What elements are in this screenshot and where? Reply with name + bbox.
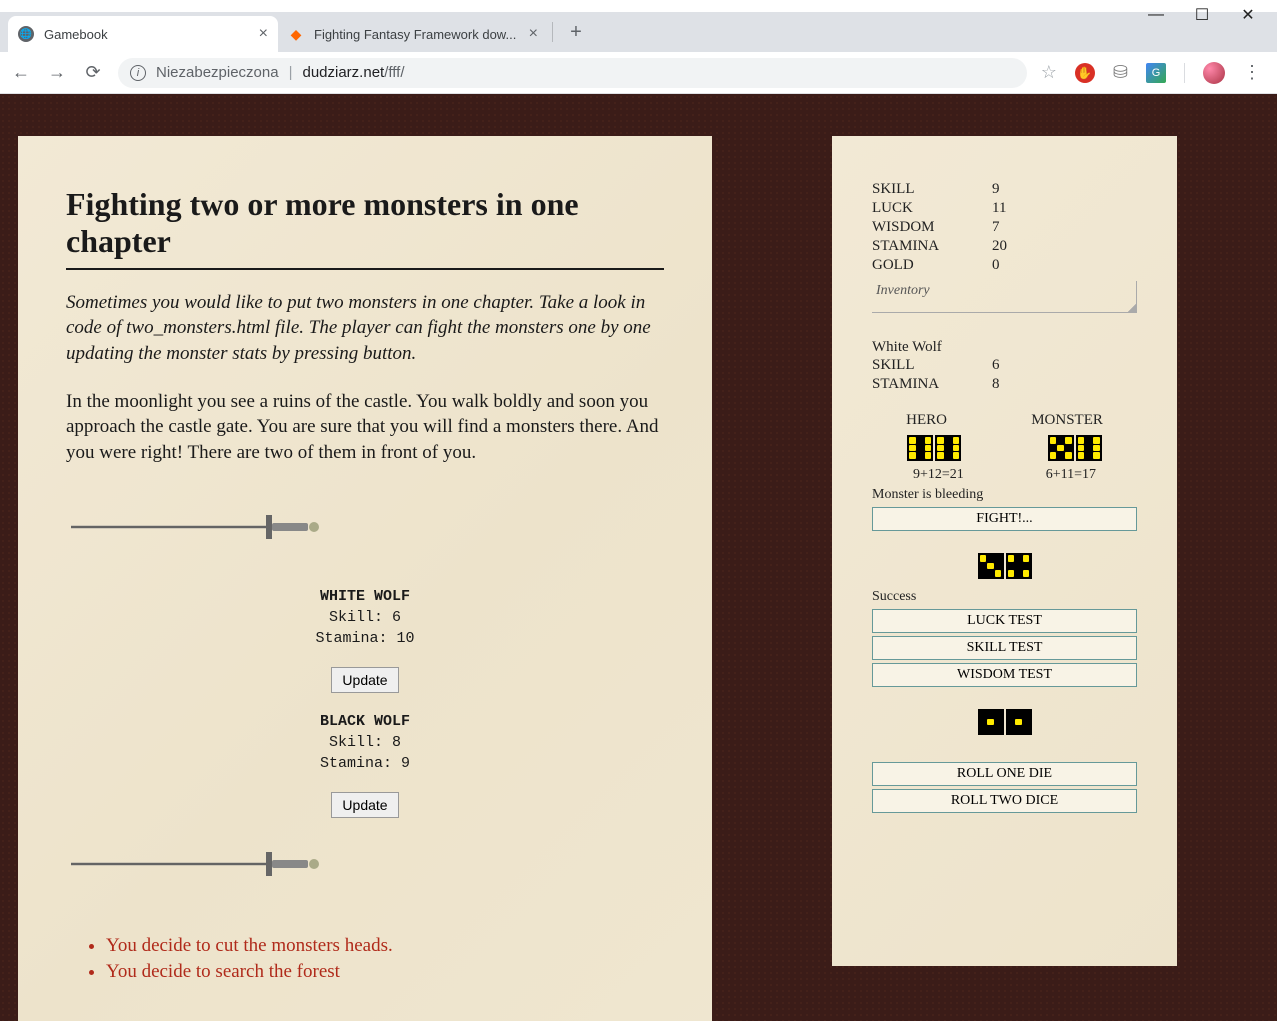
die-6-icon [935,435,961,461]
url-security: Niezabezpieczona [156,64,279,81]
menu-icon[interactable]: ⋮ [1243,62,1261,83]
hero-calc: 9+12=21 [913,467,964,483]
minimize-button[interactable]: — [1149,8,1163,22]
test-result: Success [872,589,1137,605]
toolbar-icons: ☆ ✋ ⛁ G ⋮ [1041,62,1267,84]
fight-button[interactable]: FIGHT!... [872,507,1137,531]
choice-2[interactable]: You decide to search the forest [106,961,664,983]
sword-divider-icon [66,846,336,882]
maximize-button[interactable]: ☐ [1195,8,1209,22]
dropbox-icon[interactable]: ⛁ [1113,62,1128,83]
inventory-box[interactable]: Inventory [872,281,1137,313]
choice-list: You decide to cut the monsters heads. Yo… [66,935,664,983]
combat-message: Monster is bleeding [872,487,1137,503]
monster-2-block: BLACK WOLF Skill: 8 Stamina: 9 [66,711,664,774]
combat-section: HERO MONSTER 9+12=21 6+11=17 [852,412,1157,483]
url-host: dudziarz.net [302,64,384,81]
monster-label: MONSTER [1031,412,1103,429]
back-button[interactable]: ← [10,62,32,83]
enemy-name: White Wolf [872,339,1137,356]
choice-1[interactable]: You decide to cut the monsters heads. [106,935,664,957]
enemy-stamina-value: 8 [992,376,1000,393]
close-window-button[interactable]: ✕ [1241,8,1255,22]
avatar[interactable] [1203,62,1225,84]
roll-dice [852,709,1157,735]
intro-text: Sometimes you would like to put two mons… [66,290,664,367]
monster-1-skill: Skill: 6 [66,607,664,628]
enemy-skill-label: SKILL [872,357,992,374]
adblock-icon[interactable]: ✋ [1075,63,1095,83]
enemy-stamina-label: STAMINA [872,376,992,393]
window-controls: — ☐ ✕ [1149,8,1277,22]
die-5-icon [1048,435,1074,461]
skill-test-button[interactable]: SKILL TEST [872,636,1137,660]
titlebar [0,0,1277,12]
enemy-skill-value: 6 [992,357,1000,374]
url-separator: | [289,64,293,81]
main-frame[interactable]: Fighting two or more monsters in one cha… [0,94,730,1021]
tab-gamebook[interactable]: 🌐 Gamebook × [8,16,278,52]
die-4-icon [1006,553,1032,579]
enemy-block: White Wolf SKILL6 STAMINA8 [872,339,1137,394]
monster-2-skill: Skill: 8 [66,732,664,753]
die-1-icon [1006,709,1032,735]
body-text: In the moonlight you see a ruins of the … [66,389,664,466]
skill-value: 9 [992,181,1000,198]
wisdom-label: WISDOM [872,219,992,236]
forward-button[interactable]: → [46,62,68,83]
monster-2-stamina: Stamina: 9 [66,753,664,774]
close-tab-icon[interactable]: × [259,25,268,43]
roll-one-button[interactable]: ROLL ONE DIE [872,762,1137,786]
translate-icon[interactable]: G [1146,63,1166,83]
sourceforge-icon: ◆ [288,26,304,42]
tab-fff[interactable]: ◆ Fighting Fantasy Framework dow... × [278,16,548,52]
url-bar[interactable]: i Niezabezpieczona | dudziarz.net/fff/ [118,58,1027,88]
roll-two-button[interactable]: ROLL TWO DICE [872,789,1137,813]
die-6-icon [907,435,933,461]
tab-title: Fighting Fantasy Framework dow... [314,27,516,42]
bookmark-icon[interactable]: ☆ [1041,62,1057,83]
gold-label: GOLD [872,257,992,274]
new-tab-button[interactable]: + [561,17,591,47]
content-area: Fighting two or more monsters in one cha… [0,94,1277,1021]
die-1-icon [978,709,1004,735]
wisdom-value: 7 [992,219,1000,236]
tab-title: Gamebook [44,27,108,42]
page-title: Fighting two or more monsters in one cha… [66,186,664,270]
monster-2-name: BLACK WOLF [66,711,664,732]
story-paper: Fighting two or more monsters in one cha… [18,136,712,1021]
inventory-label: Inventory [876,283,930,299]
stamina-value: 20 [992,238,1007,255]
die-6-icon [1076,435,1102,461]
url-path: /fff/ [384,64,404,81]
luck-label: LUCK [872,200,992,217]
die-3-icon [978,553,1004,579]
monster-1-name: WHITE WOLF [66,586,664,607]
wisdom-test-button[interactable]: WISDOM TEST [872,663,1137,687]
test-dice [852,553,1157,579]
tab-bar: 🌐 Gamebook × ◆ Fighting Fantasy Framewor… [0,12,1277,52]
monster-1-block: WHITE WOLF Skill: 6 Stamina: 10 [66,586,664,649]
monster-dice [1048,435,1102,461]
hero-dice [907,435,961,461]
stamina-label: STAMINA [872,238,992,255]
toolbar: ← → ⟳ i Niezabezpieczona | dudziarz.net/… [0,52,1277,94]
gold-value: 0 [992,257,1000,274]
close-tab-icon[interactable]: × [529,25,538,43]
monster-1-stamina: Stamina: 10 [66,628,664,649]
skill-label: SKILL [872,181,992,198]
stats-panel: SKILL9 LUCK11 WISDOM7 STAMINA20 GOLD0 In… [832,136,1177,966]
update-monster-1-button[interactable]: Update [331,667,398,693]
info-icon: i [130,65,146,81]
separator [1184,63,1185,83]
hero-label: HERO [906,412,947,429]
luck-test-button[interactable]: LUCK TEST [872,609,1137,633]
update-monster-2-button[interactable]: Update [331,792,398,818]
luck-value: 11 [992,200,1006,217]
globe-icon: 🌐 [18,26,34,42]
tab-separator [552,22,553,42]
monster-calc: 6+11=17 [1046,467,1096,483]
sword-divider-icon [66,509,336,545]
reload-button[interactable]: ⟳ [82,62,104,83]
